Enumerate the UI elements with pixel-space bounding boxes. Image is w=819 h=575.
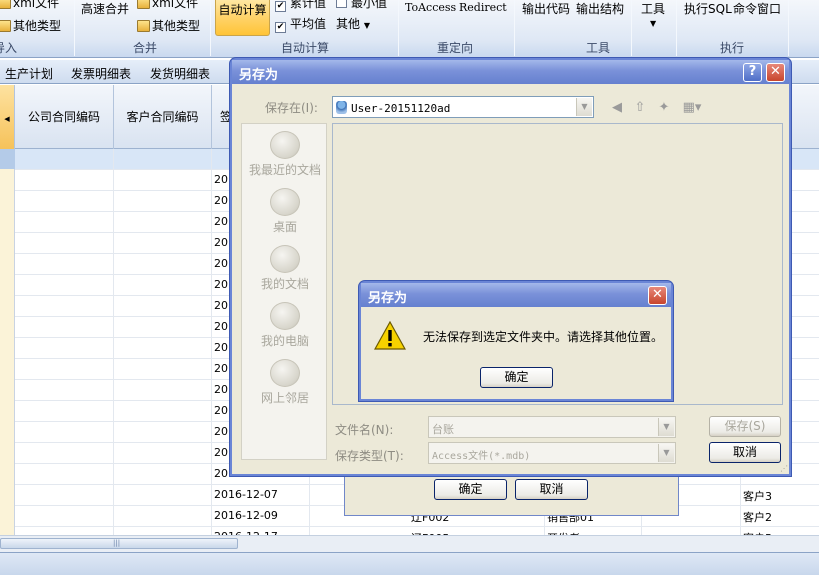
alert-message: 无法保存到选定文件夹中。请选择其他位置。 [423, 330, 664, 344]
cumulative-checkbox[interactable]: ✔ 累计值 [275, 0, 326, 12]
dropdown-arrow-icon: ▼ [363, 21, 370, 30]
column-divider [113, 149, 114, 535]
status-bar [0, 552, 819, 575]
dropdown-arrow-icon: ▼ [650, 19, 657, 28]
row-selector-header[interactable]: ◀ [0, 85, 15, 149]
sort-arrow-icon: ◀ [4, 115, 10, 123]
command-window-button[interactable]: 命令窗口 [733, 0, 781, 17]
merge-xml-item[interactable]: xml文件 [137, 0, 198, 11]
scrollbar-thumb[interactable]: ||| [0, 538, 238, 549]
desktop-icon [270, 188, 300, 216]
save-button[interactable]: 保存(S) [709, 416, 781, 437]
ok-button[interactable]: 确定 [480, 367, 553, 388]
table-cell: 2016-12-07 [214, 488, 278, 501]
import-group-label: 导入 [0, 41, 17, 55]
merge-other-item[interactable]: 其他类型 [137, 17, 200, 34]
current-row-indicator [0, 149, 15, 169]
resize-grip-icon[interactable]: ⋰ [780, 464, 788, 473]
fast-merge-button[interactable]: 高速合并 [81, 0, 129, 17]
check-icon: ✔ [275, 1, 286, 12]
ribbon-separator [676, 0, 677, 56]
filetype-combo[interactable]: Access文件(*.mdb) ▼ [428, 442, 676, 464]
tools-group-label: 工具 [585, 41, 610, 55]
filename-combo[interactable]: 台账 ▼ [428, 416, 676, 438]
alert-dialog: 另存为 ✕ 无法保存到选定文件夹中。请选择其他位置。 确定 [359, 281, 673, 401]
save-as-dialog: 另存为 ? ✕ 保存在(I): User-20151120ad ▼ ◀ ⇧ ✦ … [230, 58, 791, 476]
save-in-combo[interactable]: User-20151120ad ▼ [332, 96, 594, 118]
tab-invoice-detail[interactable]: 发票明细表 [71, 65, 131, 82]
close-icon[interactable]: ✕ [766, 63, 785, 82]
dropdown-arrow-icon[interactable]: ▼ [576, 98, 592, 116]
cancel-button[interactable]: 取消 [515, 479, 588, 500]
user-folder-icon [336, 101, 347, 114]
ribbon-separator [788, 0, 789, 56]
warning-icon [374, 321, 406, 350]
alert-title: 另存为 [361, 283, 671, 307]
grip-icon: ||| [113, 539, 121, 547]
tab-production-plan[interactable]: 生产计划 [5, 65, 53, 82]
my-documents-icon [270, 245, 300, 273]
import-xml-item[interactable]: xml文件 [0, 0, 59, 11]
output-code-button[interactable]: 输出代码 [522, 0, 570, 17]
redirect-button[interactable]: Redirect [459, 1, 507, 14]
place-my-computer[interactable]: 我的电脑 [242, 302, 328, 349]
save-in-label: 保存在(I): [265, 101, 318, 115]
merge-group-label: 合并 [132, 41, 157, 55]
ribbon-separator [210, 0, 211, 56]
tools-dropdown[interactable]: 工具 [641, 0, 665, 17]
table-cell: 客户2 [743, 511, 772, 524]
exec-group-label: 执行 [719, 41, 744, 55]
column-divider [211, 149, 212, 535]
place-my-documents[interactable]: 我的文档 [242, 245, 328, 292]
min-checkbox[interactable]: 最小值 [336, 0, 387, 11]
other-type-icon [137, 20, 150, 32]
auto-calc-button[interactable]: 自动计算 [215, 0, 270, 36]
other-type-icon [0, 20, 11, 32]
xml-file-icon [0, 0, 11, 9]
redirect-group-label: 重定向 [436, 41, 473, 55]
tab-shipment-detail[interactable]: 发货明细表 [150, 65, 210, 82]
ribbon-separator [74, 0, 75, 56]
my-computer-icon [270, 302, 300, 330]
place-desktop[interactable]: 桌面 [242, 188, 328, 235]
background-dialog: 确定 取消 [344, 470, 679, 516]
dropdown-arrow-icon[interactable]: ▼ [658, 418, 674, 436]
check-icon: ✔ [275, 22, 286, 33]
table-cell: 2016-12-09 [214, 509, 278, 522]
up-folder-icon[interactable]: ⇧ [632, 100, 648, 116]
column-header[interactable]: 公司合同编码 [15, 85, 114, 149]
cancel-button[interactable]: 取消 [709, 442, 781, 463]
back-icon[interactable]: ◀ [609, 100, 625, 116]
import-other-item[interactable]: 其他类型 [0, 17, 61, 34]
network-places-icon [270, 359, 300, 387]
filetype-label: 保存类型(T): [335, 449, 404, 463]
to-access-button[interactable]: ToAccess [405, 1, 456, 14]
recent-documents-icon [270, 131, 300, 159]
dialog-title: 另存为 [232, 60, 789, 84]
ok-button[interactable]: 确定 [434, 479, 507, 500]
ribbon-separator [514, 0, 515, 56]
exec-sql-button[interactable]: 执行SQL [684, 0, 732, 17]
calc-group-label: 自动计算 [280, 41, 329, 55]
row-indicator-column [0, 149, 15, 535]
average-checkbox[interactable]: ✔ 平均值 [275, 15, 326, 33]
place-network[interactable]: 网上邻居 [242, 359, 328, 406]
output-structure-button[interactable]: 输出结构 [576, 0, 624, 17]
help-icon[interactable]: ? [743, 63, 762, 82]
xml-file-icon [137, 0, 150, 9]
ribbon: xml文件 其他类型 导入 高速合并 xml文件 其他类型 合并 自动计算 ✔累… [0, 0, 819, 58]
ribbon-separator [398, 0, 399, 56]
places-bar: 我最近的文档 桌面 我的文档 我的电脑 网上邻居 [241, 123, 327, 460]
table-cell: 客户3 [743, 490, 772, 503]
new-folder-icon[interactable]: ✦ [656, 100, 672, 116]
other-dropdown[interactable]: 其他 ▼ [336, 15, 370, 32]
view-menu-icon[interactable]: ▦▾ [679, 100, 705, 116]
column-header[interactable]: 客户合同编码 [114, 85, 212, 149]
place-recent[interactable]: 我最近的文档 [242, 131, 328, 178]
filename-label: 文件名(N): [335, 423, 394, 437]
dropdown-arrow-icon[interactable]: ▼ [658, 444, 674, 462]
close-icon[interactable]: ✕ [648, 286, 667, 305]
